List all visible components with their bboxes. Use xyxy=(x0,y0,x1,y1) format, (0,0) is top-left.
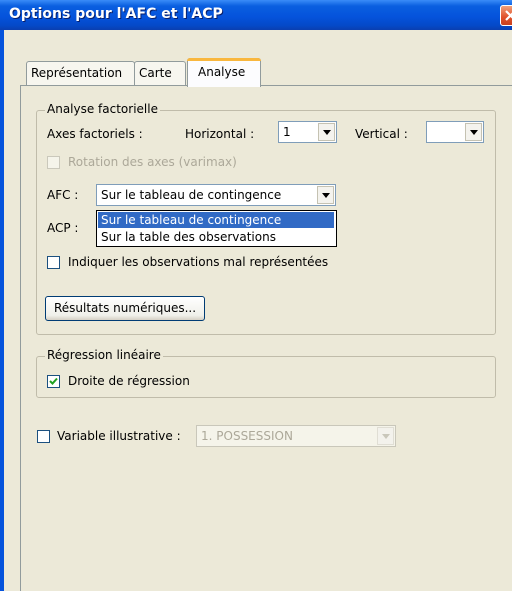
tab-analyse[interactable]: Analyse xyxy=(187,58,261,87)
chevron-down-icon xyxy=(323,130,331,135)
close-icon xyxy=(505,10,512,21)
afc-dropdown-list: Sur le tableau de contingence Sur la tab… xyxy=(96,210,337,247)
rotation-checkbox[interactable] xyxy=(47,156,60,169)
vertical-label: Vertical : xyxy=(355,127,408,141)
tab-carte[interactable]: Carte xyxy=(134,61,186,85)
chevron-down-icon xyxy=(470,130,478,135)
horizontal-value: 1 xyxy=(283,125,291,139)
droite-regression-checkbox[interactable] xyxy=(47,375,60,388)
horizontal-label: Horizontal : xyxy=(185,127,255,141)
window-border xyxy=(0,30,4,591)
check-icon xyxy=(49,377,58,385)
afc-select[interactable]: Sur le tableau de contingence xyxy=(96,184,336,206)
tab-label: Représentation xyxy=(31,66,123,80)
analyse-factorielle-legend: Analyse factorielle xyxy=(45,102,160,116)
horizontal-dropdown-button[interactable] xyxy=(318,123,335,141)
regression-legend: Régression linéaire xyxy=(45,348,163,362)
variable-illustrative-dropdown-button[interactable] xyxy=(377,427,394,445)
afc-label: AFC : xyxy=(47,188,79,202)
variable-illustrative-label: Variable illustrative : xyxy=(57,429,181,443)
acp-label: ACP : xyxy=(47,221,79,235)
afc-value: Sur le tableau de contingence xyxy=(101,188,282,202)
chevron-down-icon xyxy=(322,193,330,198)
variable-illustrative-checkbox[interactable] xyxy=(37,430,50,443)
variable-illustrative-value: 1. POSSESSION xyxy=(201,429,293,443)
axes-factoriels-label: Axes factoriels : xyxy=(47,127,143,141)
mal-representees-label: Indiquer les observations mal représenté… xyxy=(68,255,329,269)
dropdown-option-contingence[interactable]: Sur le tableau de contingence xyxy=(98,212,334,228)
chevron-down-icon xyxy=(382,434,390,439)
tab-label: Carte xyxy=(139,66,172,80)
tab-label: Analyse xyxy=(198,65,246,79)
mal-representees-checkbox[interactable] xyxy=(47,256,60,269)
droite-regression-label: Droite de régression xyxy=(68,374,190,388)
horizontal-select[interactable]: 1 xyxy=(278,121,337,143)
afc-dropdown-button[interactable] xyxy=(317,186,334,204)
dropdown-option-observations[interactable]: Sur la table des observations xyxy=(98,229,276,245)
vertical-select[interactable] xyxy=(426,121,484,143)
close-button[interactable] xyxy=(500,5,512,26)
window-title: Options pour l'AFC et l'ACP xyxy=(9,6,223,22)
resultats-numeriques-button[interactable]: Résultats numériques... xyxy=(45,296,205,321)
tab-representation[interactable]: Représentation xyxy=(26,61,135,85)
vertical-dropdown-button[interactable] xyxy=(465,123,482,141)
variable-illustrative-select[interactable]: 1. POSSESSION xyxy=(196,425,396,447)
title-bar[interactable]: Options pour l'AFC et l'ACP xyxy=(0,0,512,30)
rotation-label: Rotation des axes (varimax) xyxy=(68,155,237,169)
